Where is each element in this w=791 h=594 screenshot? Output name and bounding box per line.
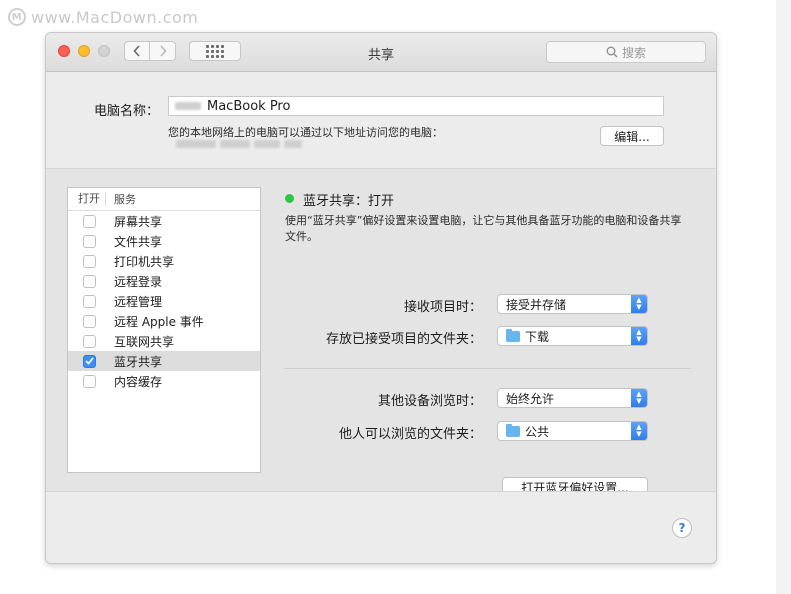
service-row[interactable]: 文件共享 — [68, 231, 260, 251]
service-label: 蓝牙共享 — [114, 354, 163, 369]
store-folder-value: 下载 — [525, 329, 550, 344]
page-scroll-gutter — [776, 0, 791, 594]
services-rows: 屏幕共享文件共享打印机共享远程登录远程管理远程 Apple 事件 互联网共享蓝牙共… — [68, 211, 260, 391]
services-list-header: 打开 服务 — [68, 188, 260, 211]
watermark-text: www.MacDown.com — [31, 7, 199, 27]
service-checkbox[interactable] — [83, 334, 96, 348]
service-label: 文件共享 — [114, 234, 163, 249]
redacted-address — [176, 140, 302, 148]
service-status: 蓝牙共享：打开 — [303, 194, 395, 209]
browse-folder-label: 他人可以浏览的文件夹： — [338, 427, 482, 442]
service-checkbox[interactable] — [83, 294, 96, 308]
service-row[interactable]: 互联网共享 — [68, 331, 260, 351]
popup-arrows-icon: ▲ ▼ — [631, 389, 647, 407]
popup-arrows-icon: ▲ ▼ — [631, 295, 647, 313]
window-footer: ? — [46, 491, 716, 563]
browse-folder-popup[interactable]: 公共 ▲ ▼ — [497, 421, 648, 441]
services-list: 打开 服务 屏幕共享文件共享打印机共享远程登录远程管理远程 Apple 事件 互联… — [67, 187, 261, 473]
service-label: 远程管理 — [114, 294, 163, 309]
computer-name-section: 电脑名称： MacBook Pro 您的本地网络上的电脑可以通过以下地址访问您的… — [46, 72, 716, 169]
computer-name-value: MacBook Pro — [207, 98, 291, 114]
service-description: 使用“蓝牙共享”偏好设置来设置电脑，让它与其他具备蓝牙功能的电脑和设备共享文件。 — [285, 214, 682, 243]
browse-label: 其他设备浏览时： — [377, 394, 482, 409]
redacted-name-part — [175, 102, 201, 110]
service-checkbox[interactable] — [83, 314, 96, 328]
section-divider — [284, 368, 691, 369]
popup-arrows-icon: ▲ ▼ — [631, 422, 647, 440]
checkmark-icon — [85, 357, 94, 365]
service-label: 内容缓存 — [114, 374, 163, 389]
search-placeholder: 搜索 — [621, 45, 646, 60]
service-label: 打印机共享 — [114, 254, 175, 269]
service-row[interactable]: 远程管理 — [68, 291, 260, 311]
address-description: 您的本地网络上的电脑可以通过以下地址访问您的电脑： — [168, 126, 443, 139]
service-row[interactable]: 打印机共享 — [68, 251, 260, 271]
store-folder-popup[interactable]: 下载 ▲ ▼ — [497, 326, 648, 346]
column-header-service[interactable]: 服务 — [106, 191, 136, 207]
service-row[interactable]: 屏幕共享 — [68, 211, 260, 231]
service-row[interactable]: 蓝牙共享 — [68, 351, 260, 371]
receive-items-value: 接受并存储 — [506, 297, 567, 312]
service-checkbox[interactable] — [83, 354, 96, 368]
titlebar: 共享 搜索 — [46, 33, 716, 72]
browse-folder-value: 公共 — [525, 424, 550, 439]
service-checkbox[interactable] — [83, 234, 96, 248]
folder-icon — [506, 423, 520, 437]
folder-icon — [506, 328, 520, 342]
service-label: 屏幕共享 — [114, 214, 163, 229]
search-icon — [606, 46, 618, 58]
status-indicator-icon — [285, 194, 294, 203]
help-button[interactable]: ? — [672, 518, 692, 538]
service-checkbox[interactable] — [83, 254, 96, 268]
watermark-logo-icon: M — [8, 8, 26, 26]
sharing-main-area: 打开 服务 屏幕共享文件共享打印机共享远程登录远程管理远程 Apple 事件 互联… — [46, 169, 716, 497]
service-checkbox[interactable] — [83, 214, 96, 228]
search-field[interactable]: 搜索 — [546, 41, 706, 63]
service-label: 远程登录 — [114, 274, 163, 289]
service-row[interactable]: 远程 Apple 事件 — [68, 311, 260, 331]
computer-name-label: 电脑名称： — [94, 104, 160, 119]
service-checkbox[interactable] — [83, 374, 96, 388]
column-header-on[interactable]: 打开 — [68, 192, 106, 206]
computer-name-field[interactable]: MacBook Pro — [168, 96, 664, 116]
service-row[interactable]: 内容缓存 — [68, 371, 260, 391]
service-row[interactable]: 远程登录 — [68, 271, 260, 291]
edit-computer-name-button[interactable]: 编辑... — [600, 126, 664, 146]
receive-items-label: 接收项目时： — [403, 300, 482, 315]
store-folder-label: 存放已接受项目的文件夹： — [325, 332, 482, 347]
service-checkbox[interactable] — [83, 274, 96, 288]
receive-items-popup[interactable]: 接受并存储 ▲ ▼ — [497, 294, 648, 314]
sharing-preferences-window: 共享 搜索 电脑名称： MacBook Pro 您的本地网络上的电脑可以通过以下… — [45, 32, 717, 564]
browse-value: 始终允许 — [506, 391, 555, 406]
service-label: 互联网共享 — [114, 334, 175, 349]
popup-arrows-icon: ▲ ▼ — [631, 327, 647, 345]
service-label: 远程 Apple 事件 — [114, 314, 204, 329]
watermark: M www.MacDown.com — [8, 6, 198, 28]
browse-popup[interactable]: 始终允许 ▲ ▼ — [497, 388, 648, 408]
